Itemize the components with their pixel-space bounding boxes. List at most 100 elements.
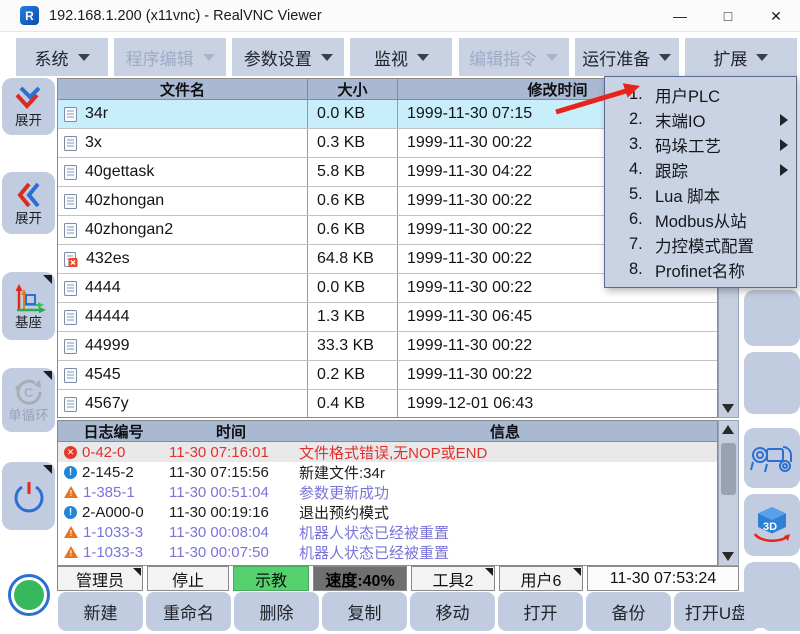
warning-icon: ! bbox=[64, 526, 78, 538]
long-press-corner-icon bbox=[43, 371, 52, 380]
new-button[interactable]: 新建 bbox=[58, 592, 143, 631]
table-row[interactable]: 44444 1.3 KB 1999-11-30 06:45 bbox=[58, 303, 717, 332]
file-name: 40gettask bbox=[85, 163, 154, 181]
table-row[interactable]: 4545 0.2 KB 1999-11-30 00:22 bbox=[58, 361, 717, 390]
delete-button[interactable]: 删除 bbox=[234, 592, 319, 631]
log-message: 机器人状态已经被重置 bbox=[293, 522, 717, 543]
status-role[interactable]: 管理员 bbox=[57, 566, 143, 591]
log-row[interactable]: !1-1033-3 11-30 00:08:04 机器人状态已经被重置 bbox=[58, 522, 717, 542]
scrollbar-thumb[interactable] bbox=[721, 443, 736, 495]
side-label: 展开 bbox=[15, 212, 42, 227]
power-icon bbox=[11, 478, 47, 514]
log-table-header: 日志编号 时间 信息 bbox=[58, 421, 717, 442]
warning-icon: ! bbox=[64, 546, 78, 558]
long-press-corner-icon bbox=[133, 568, 141, 576]
copy-button[interactable]: 复制 bbox=[322, 592, 407, 631]
submenu-arrow-icon bbox=[780, 139, 788, 151]
maximize-button[interactable]: □ bbox=[704, 0, 752, 32]
file-icon bbox=[64, 165, 77, 180]
file-size: 0.3 KB bbox=[307, 129, 397, 157]
menu-label: 监视 bbox=[374, 45, 408, 70]
single-cycle-icon: C bbox=[11, 377, 47, 407]
log-message: 新建文件:34r bbox=[293, 462, 717, 483]
menu-item-number: 8. bbox=[629, 260, 655, 279]
chevron-down-icon bbox=[321, 54, 333, 61]
window-controls: — □ ✕ bbox=[656, 0, 800, 32]
status-mode-teach[interactable]: 示教 bbox=[233, 566, 309, 591]
scroll-down-icon[interactable] bbox=[722, 552, 734, 561]
long-press-corner-icon bbox=[43, 465, 52, 474]
file-actions-toolbar: 新建 重命名 删除 复制 移动 打开 备份 打开U盘 bbox=[58, 592, 800, 631]
menu-edit-command: 编辑指令 bbox=[459, 38, 569, 76]
record-run-button[interactable] bbox=[2, 562, 55, 628]
rename-button[interactable]: 重命名 bbox=[146, 592, 231, 631]
log-row[interactable]: !2-A000-0 11-30 00:19:16 退出预约模式 bbox=[58, 502, 717, 522]
backup-button[interactable]: 备份 bbox=[586, 592, 671, 631]
menu-extension[interactable]: 扩展 bbox=[685, 38, 797, 76]
status-tool[interactable]: 工具2 bbox=[411, 566, 495, 591]
open-button[interactable]: 打开 bbox=[498, 592, 583, 631]
teach-pendant-icon bbox=[749, 440, 795, 476]
base-coordinate-button[interactable]: 基座 bbox=[2, 272, 55, 340]
menu-item-end-io[interactable]: 2.末端IO bbox=[605, 107, 796, 132]
table-row[interactable]: 44999 33.3 KB 1999-11-30 00:22 bbox=[58, 332, 717, 361]
menu-item-lua-script[interactable]: 5.Lua 脚本 bbox=[605, 182, 796, 207]
log-scrollbar[interactable] bbox=[718, 420, 739, 566]
move-button[interactable]: 移动 bbox=[410, 592, 495, 631]
menu-item-user-plc[interactable]: 1.用户PLC bbox=[605, 82, 796, 107]
file-name: 40zhongan2 bbox=[85, 221, 173, 239]
menu-item-modbus-slave[interactable]: 6.Modbus从站 bbox=[605, 207, 796, 232]
log-row[interactable]: !1-385-1 11-30 00:51:04 参数更新成功 bbox=[58, 482, 717, 502]
menu-item-force-control[interactable]: 7.力控模式配置 bbox=[605, 232, 796, 257]
log-row[interactable]: !1-1033-3 11-30 00:07:50 机器人状态已经被重置 bbox=[58, 542, 717, 562]
menu-label: 编辑指令 bbox=[469, 45, 537, 70]
minimize-button[interactable]: — bbox=[656, 0, 704, 32]
clock-label: 11-30 07:53:24 bbox=[610, 570, 716, 588]
title-bar: R 192.168.1.200 (x11vnc) - RealVNC Viewe… bbox=[0, 0, 800, 32]
teach-pendant-button[interactable] bbox=[744, 428, 800, 488]
column-header-filename[interactable]: 文件名 bbox=[58, 79, 307, 99]
scroll-up-icon[interactable] bbox=[722, 425, 734, 434]
power-button[interactable] bbox=[2, 462, 55, 530]
chevron-down-icon bbox=[78, 54, 90, 61]
file-size: 64.8 KB bbox=[307, 245, 397, 273]
menu-label: 运行准备 bbox=[582, 45, 650, 70]
chevron-down-icon bbox=[417, 54, 429, 61]
right-panel-button-1[interactable] bbox=[744, 290, 800, 346]
scroll-down-icon[interactable] bbox=[722, 404, 734, 413]
log-id: 1-385-1 bbox=[83, 484, 135, 501]
status-user[interactable]: 用户6 bbox=[499, 566, 583, 591]
menu-item-number: 2. bbox=[629, 110, 655, 129]
right-panel-button-clipped[interactable] bbox=[744, 562, 800, 628]
right-panel-button-2[interactable] bbox=[744, 352, 800, 414]
close-button[interactable]: ✕ bbox=[752, 0, 800, 32]
chevron-down-icon bbox=[203, 54, 215, 61]
menu-run-preparation[interactable]: 运行准备 bbox=[575, 38, 679, 76]
menu-parameter-settings[interactable]: 参数设置 bbox=[232, 38, 344, 76]
menu-item-profinet-name[interactable]: 8.Profinet名称 bbox=[605, 257, 796, 282]
log-time: 11-30 00:19:16 bbox=[169, 504, 293, 521]
view-3d-button[interactable]: 3D bbox=[744, 494, 800, 556]
log-row[interactable]: !2-145-2 11-30 07:15:56 新建文件:34r bbox=[58, 462, 717, 482]
status-clock: 11-30 07:53:24 bbox=[587, 566, 739, 591]
menu-system[interactable]: 系统 bbox=[16, 38, 108, 76]
expand-down-button[interactable]: 展开 bbox=[2, 78, 55, 135]
log-row[interactable]: ✕0-42-0 11-30 07:16:01 文件格式错误,无NOP或END bbox=[58, 442, 717, 462]
menu-monitor[interactable]: 监视 bbox=[350, 38, 452, 76]
file-size: 0.4 KB bbox=[307, 390, 397, 418]
file-modified: 1999-12-01 06:43 bbox=[397, 390, 717, 418]
realvnc-logo-icon: R bbox=[20, 6, 39, 25]
long-press-corner-icon bbox=[573, 568, 581, 576]
file-size: 1.3 KB bbox=[307, 303, 397, 331]
log-message: 机器人状态已经被重置 bbox=[293, 542, 717, 563]
column-header-size[interactable]: 大小 bbox=[307, 79, 397, 99]
table-row[interactable]: 4567y 0.4 KB 1999-12-01 06:43 bbox=[58, 390, 717, 418]
menu-item-tracking[interactable]: 4.跟踪 bbox=[605, 157, 796, 182]
file-name: 40zhongan bbox=[85, 192, 164, 210]
menu-item-label: 力控模式配置 bbox=[655, 233, 754, 257]
expand-left-button[interactable]: 展开 bbox=[2, 172, 55, 234]
status-role-label: 管理员 bbox=[76, 567, 124, 591]
status-speed[interactable]: 速度:40% bbox=[313, 566, 407, 591]
status-run-state[interactable]: 停止 bbox=[147, 566, 229, 591]
menu-item-palletizing[interactable]: 3.码垛工艺 bbox=[605, 132, 796, 157]
